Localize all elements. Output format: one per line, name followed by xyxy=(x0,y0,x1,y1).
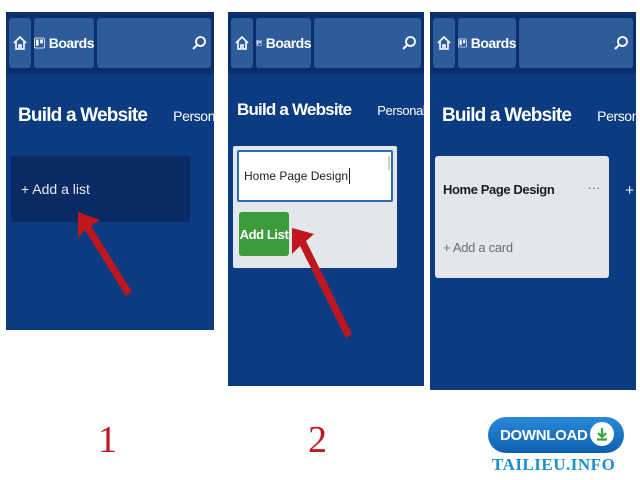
board-title[interactable]: Build a Website xyxy=(442,105,572,127)
boards-button[interactable]: Boards xyxy=(256,18,312,68)
download-arrow-icon xyxy=(590,422,614,446)
top-bar: Boards xyxy=(430,12,636,74)
board-header: Build a Website Personal xyxy=(6,96,214,136)
add-list-submit-button[interactable]: Add List xyxy=(239,212,289,256)
search-input[interactable] xyxy=(97,18,211,68)
pointer-arrow xyxy=(292,228,352,338)
text-caret xyxy=(349,168,351,184)
team-label[interactable]: Personal xyxy=(377,103,424,118)
team-label[interactable]: Personal xyxy=(173,108,214,124)
boards-label: Boards xyxy=(470,35,517,51)
search-icon xyxy=(614,36,628,50)
home-icon xyxy=(13,36,27,50)
list-title-input[interactable]: Home Page Design xyxy=(237,150,393,202)
home-button[interactable] xyxy=(231,18,253,68)
search-icon xyxy=(192,36,206,50)
board-title[interactable]: Build a Website xyxy=(237,100,352,120)
site-watermark: TAILIEU.INFO xyxy=(492,455,616,474)
trello-icon xyxy=(458,38,467,48)
list-title-input-value: Home Page Design xyxy=(244,169,349,183)
board-header: Build a Website Personal xyxy=(228,90,424,130)
trello-icon xyxy=(34,37,45,49)
screen-step-3: Boards Build a Website Personal Home Pag… xyxy=(430,12,636,390)
list-menu-button[interactable]: ... xyxy=(588,178,601,192)
boards-label: Boards xyxy=(265,35,312,51)
scroll-handle-icon xyxy=(388,156,390,170)
team-label[interactable]: Personal xyxy=(597,108,636,124)
home-icon xyxy=(235,36,249,50)
download-label: DOWNLOAD xyxy=(500,426,588,444)
add-another-list-button[interactable]: + xyxy=(625,182,634,199)
top-bar: Boards xyxy=(6,12,214,74)
search-icon xyxy=(402,36,416,50)
screen-step-1: Boards Build a Website Personal + Add a … xyxy=(6,12,214,330)
board-title[interactable]: Build a Website xyxy=(18,105,148,127)
boards-button[interactable]: Boards xyxy=(34,18,95,68)
download-button[interactable]: DOWNLOAD xyxy=(488,417,624,453)
board-header: Build a Website Personal xyxy=(430,96,636,136)
home-button[interactable] xyxy=(9,18,31,68)
list-home-page-design: Home Page Design ... + Add a card xyxy=(435,156,609,278)
home-icon xyxy=(437,36,451,50)
step-number-2: 2 xyxy=(308,419,327,461)
add-card-button[interactable]: + Add a card xyxy=(443,240,513,255)
search-input[interactable] xyxy=(519,18,633,68)
pointer-arrow xyxy=(78,212,132,296)
top-bar: Boards xyxy=(228,12,424,74)
home-button[interactable] xyxy=(433,18,455,68)
list-title[interactable]: Home Page Design xyxy=(443,182,555,197)
boards-button[interactable]: Boards xyxy=(458,18,517,68)
step-number-1: 1 xyxy=(98,419,117,461)
screen-step-2: Boards Build a Website Personal Home Pag… xyxy=(228,12,424,386)
boards-label: Boards xyxy=(48,35,95,51)
search-input[interactable] xyxy=(314,18,421,68)
trello-icon xyxy=(256,40,262,46)
